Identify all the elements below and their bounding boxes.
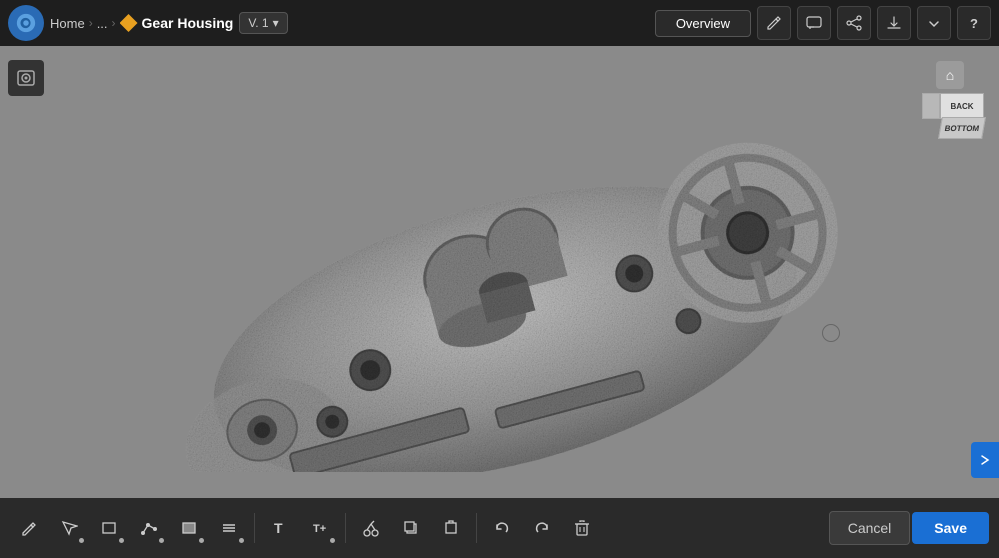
tool-dot (199, 538, 204, 543)
tool-separator (476, 513, 477, 543)
arrow-tool-button[interactable] (50, 509, 88, 547)
topbar: Home › ... › Gear Housing V. 1 ▾ Overvie… (0, 0, 999, 46)
project-title[interactable]: Gear Housing (142, 15, 234, 31)
rect-tool-button[interactable] (90, 509, 128, 547)
more-button[interactable] (917, 6, 951, 40)
download-button[interactable] (877, 6, 911, 40)
save-button[interactable]: Save (912, 512, 989, 544)
right-panel-toggle[interactable] (971, 442, 999, 478)
home-link[interactable]: Home (50, 16, 85, 31)
breadcrumb: Home › ... › Gear Housing (50, 14, 233, 32)
paste-tool-button[interactable] (432, 509, 470, 547)
fill-tool-button[interactable] (170, 509, 208, 547)
tool-separator (345, 513, 346, 543)
cube-side-face (922, 93, 940, 119)
comment-button[interactable] (797, 6, 831, 40)
orientation-cube[interactable]: BACK BOTTOM (924, 93, 984, 148)
project-icon (120, 14, 138, 32)
overview-button[interactable]: Overview (655, 10, 751, 37)
cube-bottom-face: BOTTOM (938, 117, 986, 139)
tool-dot (330, 538, 335, 543)
nav-cube: ⌂ BACK BOTTOM (914, 61, 984, 131)
svg-text:T+: T+ (313, 523, 326, 535)
bottombar: T T+ (0, 498, 999, 558)
model-svg (110, 72, 890, 472)
pen-button[interactable] (757, 6, 791, 40)
version-button[interactable]: V. 1 ▾ (239, 12, 287, 34)
copy-tool-button[interactable] (392, 509, 430, 547)
3d-viewport[interactable]: ⌂ BACK BOTTOM (0, 46, 999, 498)
cut-tool-button[interactable] (352, 509, 390, 547)
node-tool-button[interactable] (130, 509, 168, 547)
logo-button[interactable] (8, 5, 44, 41)
text-tool-button[interactable]: T (261, 509, 299, 547)
undo-button[interactable] (483, 509, 521, 547)
redo-button[interactable] (523, 509, 561, 547)
text-format-tool-button[interactable]: T+ (301, 509, 339, 547)
tool-dot (159, 538, 164, 543)
svg-text:T: T (274, 520, 283, 536)
help-button[interactable]: ? (957, 6, 991, 40)
tool-separator (254, 513, 255, 543)
sep1: › (89, 16, 93, 30)
left-panel-toggle[interactable] (8, 60, 44, 96)
ellipsis-link[interactable]: ... (97, 16, 108, 31)
delete-button[interactable] (563, 509, 601, 547)
home-view-button[interactable]: ⌂ (936, 61, 964, 89)
share-button[interactable] (837, 6, 871, 40)
cube-back-face: BACK (940, 93, 984, 119)
sep2: › (112, 16, 116, 30)
tool-dot (79, 538, 84, 543)
lines-tool-button[interactable] (210, 509, 248, 547)
pencil-tool-button[interactable] (10, 509, 48, 547)
tool-dot (119, 538, 124, 543)
cancel-button[interactable]: Cancel (829, 511, 911, 545)
tool-dot (239, 538, 244, 543)
